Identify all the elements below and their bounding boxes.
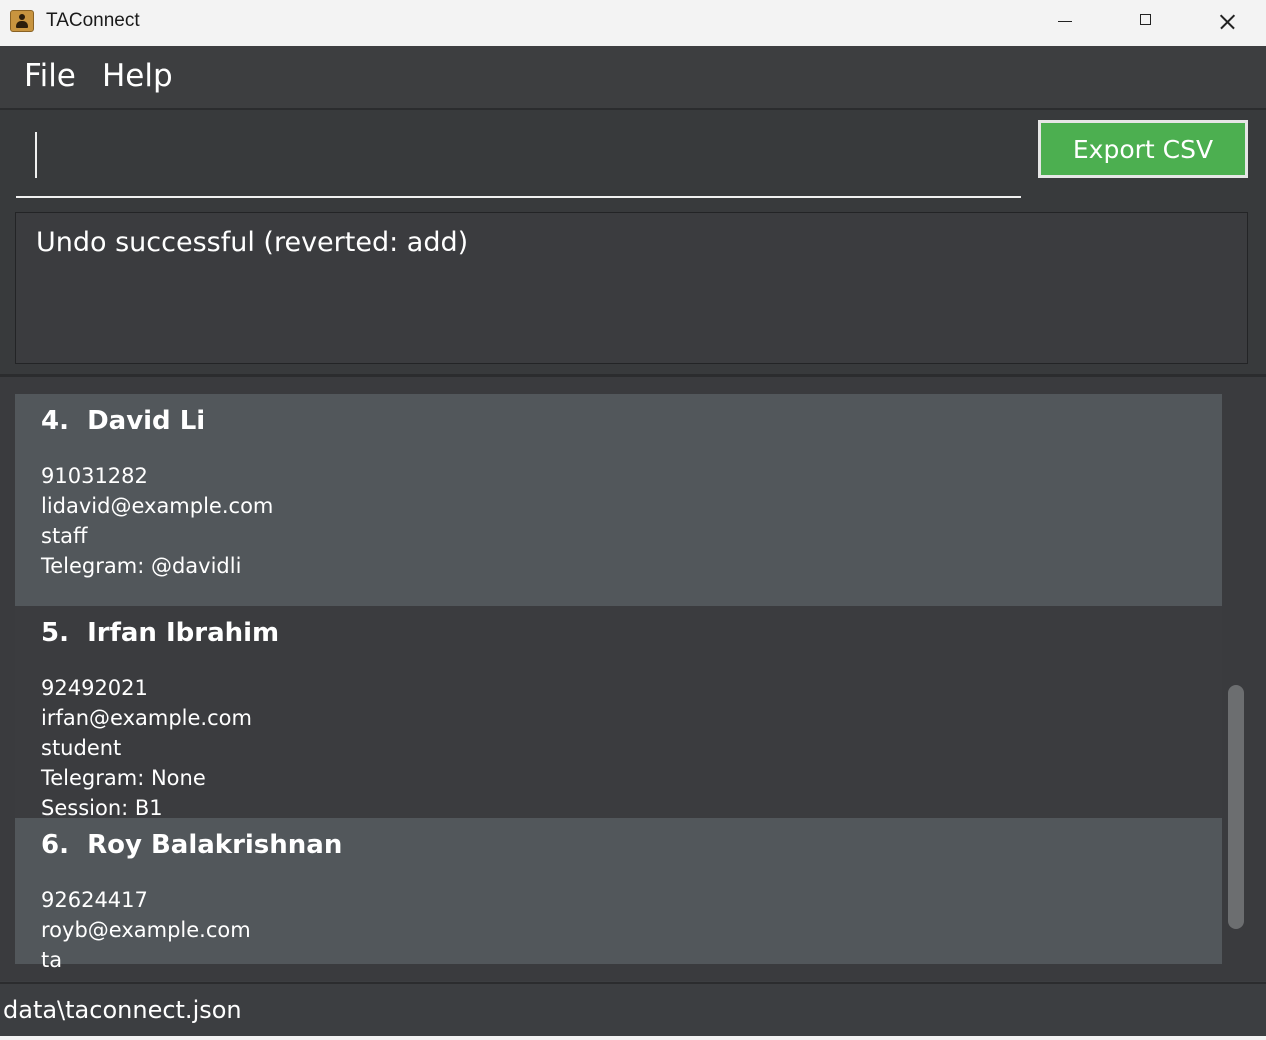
minimize-icon[interactable]	[1025, 0, 1105, 46]
command-area: Export CSV	[0, 110, 1266, 204]
person-card[interactable]: 4. David Li 91031282 lidavid@example.com…	[15, 394, 1222, 606]
address-book-icon	[10, 10, 34, 32]
menu-help[interactable]: Help	[102, 58, 173, 94]
main-window: File Help Export CSV Undo successful (re…	[0, 46, 1266, 1036]
person-phone: 92492021	[41, 676, 148, 700]
result-display: Undo successful (reverted: add)	[15, 212, 1248, 364]
person-role: ta	[41, 948, 63, 972]
close-icon[interactable]	[1186, 0, 1266, 46]
result-display-area: Undo successful (reverted: add)	[0, 204, 1266, 377]
person-telegram: Telegram: None	[41, 766, 206, 790]
person-role: staff	[41, 524, 88, 548]
person-phone: 92624417	[41, 888, 148, 912]
result-message: Undo successful (reverted: add)	[36, 227, 469, 258]
person-name: 5. Irfan Ibrahim	[41, 618, 280, 648]
person-role: student	[41, 736, 122, 760]
maximize-icon[interactable]	[1106, 0, 1186, 46]
person-card[interactable]: 5. Irfan Ibrahim 92492021 irfan@example.…	[15, 606, 1222, 820]
person-name: 4. David Li	[41, 406, 206, 436]
person-phone: 91031282	[41, 464, 148, 488]
person-telegram: Telegram: @davidli	[41, 554, 242, 578]
scrollbar-thumb[interactable]	[1228, 685, 1244, 929]
menu-file[interactable]: File	[24, 58, 76, 94]
command-input[interactable]	[16, 124, 1021, 198]
export-csv-button[interactable]: Export CSV	[1038, 120, 1248, 178]
window-title: TAConnect	[46, 10, 140, 31]
menu-bar: File Help	[0, 46, 1266, 110]
person-email: royb@example.com	[41, 918, 251, 942]
text-caret	[35, 132, 37, 178]
person-list[interactable]: 4. David Li 91031282 lidavid@example.com…	[0, 377, 1266, 981]
person-email: irfan@example.com	[41, 706, 252, 730]
person-name: 6. Roy Balakrishnan	[41, 830, 343, 860]
person-email: lidavid@example.com	[41, 494, 274, 518]
person-session: Session: B1	[41, 796, 163, 820]
save-file-path: data\taconnect.json	[3, 996, 242, 1024]
title-bar: TAConnect	[0, 0, 1266, 46]
status-bar: data\taconnect.json	[0, 982, 1266, 1036]
person-card[interactable]: 6. Roy Balakrishnan 92624417 royb@exampl…	[15, 818, 1222, 972]
